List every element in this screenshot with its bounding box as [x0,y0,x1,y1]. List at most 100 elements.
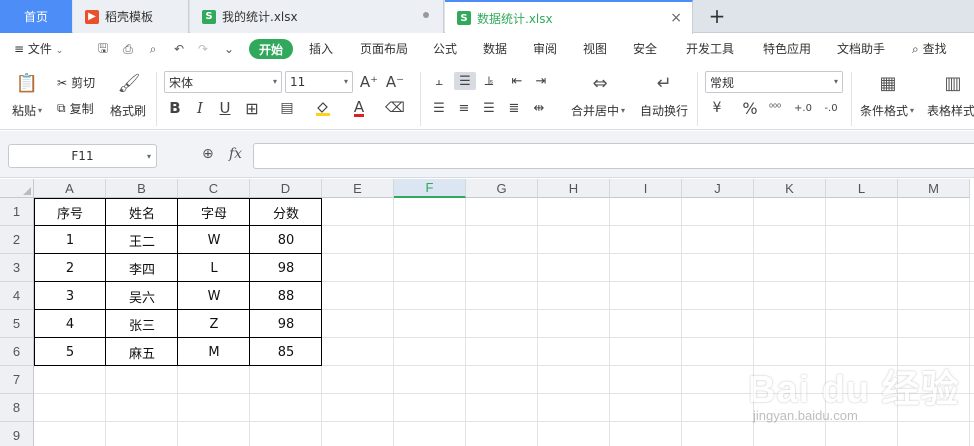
align-top-icon[interactable]: ⫠ [430,72,448,90]
tab-my-stats[interactable]: S 我的统计.xlsx [190,0,444,33]
border-icon[interactable]: ⊞ [243,99,261,118]
save-icon[interactable]: 🖫 [96,41,110,56]
distributed-icon[interactable]: ⇹ [530,99,548,117]
column-header-k[interactable]: K [754,179,826,198]
table-cell[interactable]: W [178,226,250,254]
menu-data[interactable]: 数据 [483,40,507,57]
table-cell[interactable]: 吴六 [106,282,178,310]
bold-button[interactable]: B [166,99,184,117]
table-cell[interactable]: W [178,282,250,310]
currency-icon[interactable]: ¥ [708,99,726,117]
select-all-corner[interactable] [0,179,34,198]
table-cell[interactable]: Z [178,310,250,338]
menu-search[interactable]: ⌕ 查找 [912,40,947,57]
table-cell[interactable]: 4 [34,310,106,338]
new-tab-button[interactable]: + [705,4,729,28]
eraser-icon[interactable]: ⌫ [385,99,405,117]
row-header-8[interactable]: 8 [0,394,34,422]
underline-button[interactable]: U [216,99,234,117]
menu-view[interactable]: 视图 [583,40,607,57]
fill-color-icon[interactable] [314,99,332,117]
increase-decimal-icon[interactable]: +.0 [794,99,812,117]
zoom-icon[interactable]: ⊕ [202,146,214,162]
align-bottom-icon[interactable]: ⫡ [480,72,498,90]
cell-style-icon[interactable]: ▤ [278,99,296,117]
table-cell[interactable]: M [178,338,250,366]
align-center-icon[interactable]: ≡ [455,99,473,117]
print-icon[interactable]: ⎙ [121,42,135,56]
redo-icon[interactable]: ↷ [196,42,210,56]
row-header-2[interactable]: 2 [0,226,34,254]
menu-security[interactable]: 安全 [633,40,657,57]
column-header-d[interactable]: D [250,179,322,198]
table-cell[interactable]: 5 [34,338,106,366]
table-cell[interactable]: 80 [250,226,322,254]
tab-daoke-template[interactable]: ▶ 稻壳模板 [73,0,189,33]
name-box[interactable]: F11 ▾ [8,144,157,168]
row-header-9[interactable]: 9 [0,422,34,446]
table-cell[interactable]: 王二 [106,226,178,254]
column-header-e[interactable]: E [322,179,394,198]
table-cell[interactable]: 85 [250,338,322,366]
customize-dropdown-icon[interactable]: ⌄ [222,42,236,56]
row-header-1[interactable]: 1 [0,198,34,226]
table-cell[interactable]: L [178,254,250,282]
indent-increase-icon[interactable]: ⇥ [532,72,550,90]
indent-decrease-icon[interactable]: ⇤ [508,72,526,90]
menu-page-layout[interactable]: 页面布局 [360,40,408,57]
font-size-select[interactable]: 11 ▾ [285,71,353,93]
table-header-cell[interactable]: 序号 [34,198,106,226]
print-preview-icon[interactable]: ⌕ [146,42,160,56]
table-cell[interactable]: 麻五 [106,338,178,366]
cut-button[interactable]: ✂ 剪切 [57,74,95,91]
copy-button[interactable]: ⧉ 复制 [57,100,94,117]
row-header-7[interactable]: 7 [0,366,34,394]
menu-developer[interactable]: 开发工具 [686,40,734,57]
table-cell[interactable]: 3 [34,282,106,310]
align-left-icon[interactable]: ☰ [430,99,448,117]
column-header-g[interactable]: G [466,179,538,198]
tab-home[interactable]: 首页 [0,0,72,33]
merge-center-button[interactable]: 合并居中 ▾ [571,102,625,119]
table-style-button[interactable]: 表格样式 [927,102,974,119]
close-icon[interactable]: × [670,10,682,26]
table-header-cell[interactable]: 字母 [178,198,250,226]
thousands-icon[interactable]: ⁰⁰⁰ [766,99,784,117]
table-header-cell[interactable]: 分数 [250,198,322,226]
row-header-5[interactable]: 5 [0,310,34,338]
decrease-decimal-icon[interactable]: -.0 [822,99,840,117]
column-header-h[interactable]: H [538,179,610,198]
undo-icon[interactable]: ↶ [172,42,186,56]
paste-icon[interactable]: 📋 [14,70,40,96]
fx-button[interactable]: fx [229,146,242,162]
font-color-button[interactable]: A [350,99,368,117]
table-cell[interactable]: 2 [34,254,106,282]
column-header-l[interactable]: L [826,179,898,198]
table-cell[interactable]: 张三 [106,310,178,338]
table-header-cell[interactable]: 姓名 [106,198,178,226]
wrap-text-icon[interactable]: ↵ [651,70,677,96]
menu-formula[interactable]: 公式 [433,40,457,57]
column-header-a[interactable]: A [34,179,106,198]
row-header-3[interactable]: 3 [0,254,34,282]
formula-input[interactable] [253,143,974,169]
table-cell[interactable]: 1 [34,226,106,254]
file-menu[interactable]: ≡ 文件 ⌄ [14,40,63,57]
menu-insert[interactable]: 插入 [309,40,333,57]
column-header-b[interactable]: B [106,179,178,198]
table-cell[interactable]: 98 [250,254,322,282]
format-painter-button[interactable]: 格式刷 [110,102,146,119]
column-header-i[interactable]: I [610,179,682,198]
font-name-select[interactable]: 宋体 ▾ [164,71,282,93]
table-cell[interactable]: 88 [250,282,322,310]
decrease-font-icon[interactable]: A⁻ [386,73,404,91]
conditional-format-icon[interactable]: ▦ [875,70,901,96]
column-header-c[interactable]: C [178,179,250,198]
menu-special[interactable]: 特色应用 [763,40,811,57]
table-cell[interactable]: 李四 [106,254,178,282]
row-header-4[interactable]: 4 [0,282,34,310]
wrap-text-button[interactable]: 自动换行 [640,102,688,119]
merge-center-icon[interactable]: ⇔ [587,70,613,96]
justify-icon[interactable]: ≣ [505,99,523,117]
conditional-format-button[interactable]: 条件格式 ▾ [860,102,914,119]
